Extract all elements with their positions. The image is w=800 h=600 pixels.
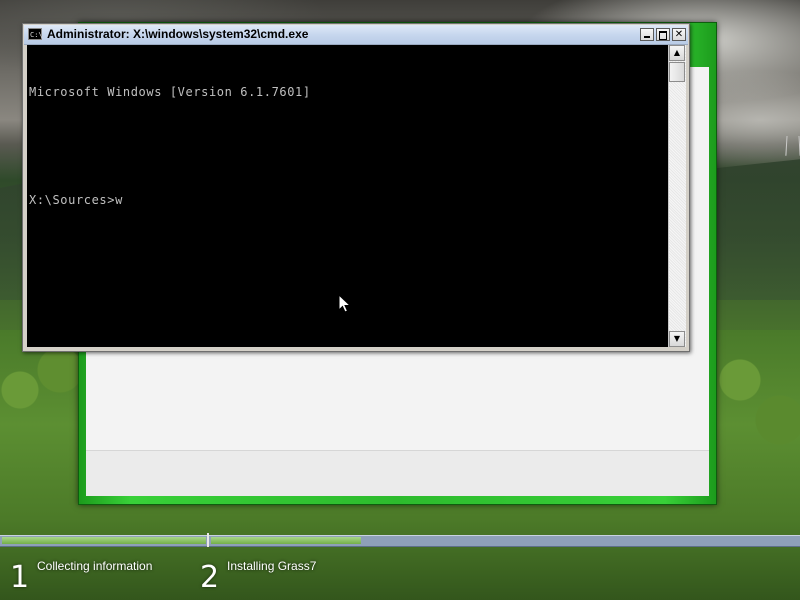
step-label-installing: Installing Grass7 bbox=[227, 559, 317, 573]
close-button[interactable]: ✕ bbox=[672, 28, 686, 41]
scroll-up-button[interactable]: ▲ bbox=[669, 45, 685, 61]
console-line-version: Microsoft Windows [Version 6.1.7601] bbox=[29, 85, 311, 99]
progress-step-divider bbox=[207, 533, 209, 547]
vertical-scrollbar[interactable]: ▲ ▼ bbox=[668, 45, 686, 347]
maximize-button[interactable] bbox=[656, 28, 670, 41]
scroll-down-button[interactable]: ▼ bbox=[669, 331, 685, 347]
command-prompt-window[interactable]: C:\ Administrator: X:\windows\system32\c… bbox=[22, 23, 690, 352]
power-pylon bbox=[785, 135, 800, 156]
cmd-window-title: Administrator: X:\windows\system32\cmd.e… bbox=[47, 27, 309, 41]
cmd-titlebar[interactable]: C:\ Administrator: X:\windows\system32\c… bbox=[24, 25, 688, 45]
step-label-collecting: Collecting information bbox=[37, 559, 153, 573]
minimize-button[interactable] bbox=[640, 28, 654, 41]
scrollbar-thumb[interactable] bbox=[669, 62, 685, 82]
console-line-prompt[interactable]: X:\Sources>w bbox=[29, 191, 668, 209]
setup-progress-bar bbox=[0, 533, 800, 547]
progress-segment-installing bbox=[211, 537, 361, 544]
step-number-2: 2 bbox=[200, 560, 220, 595]
setup-footer bbox=[86, 450, 709, 496]
step-number-1: 1 bbox=[10, 560, 30, 595]
cmd-app-icon[interactable]: C:\ bbox=[28, 28, 43, 40]
progress-segment-collecting bbox=[2, 537, 206, 544]
mouse-pointer-icon bbox=[338, 294, 352, 313]
